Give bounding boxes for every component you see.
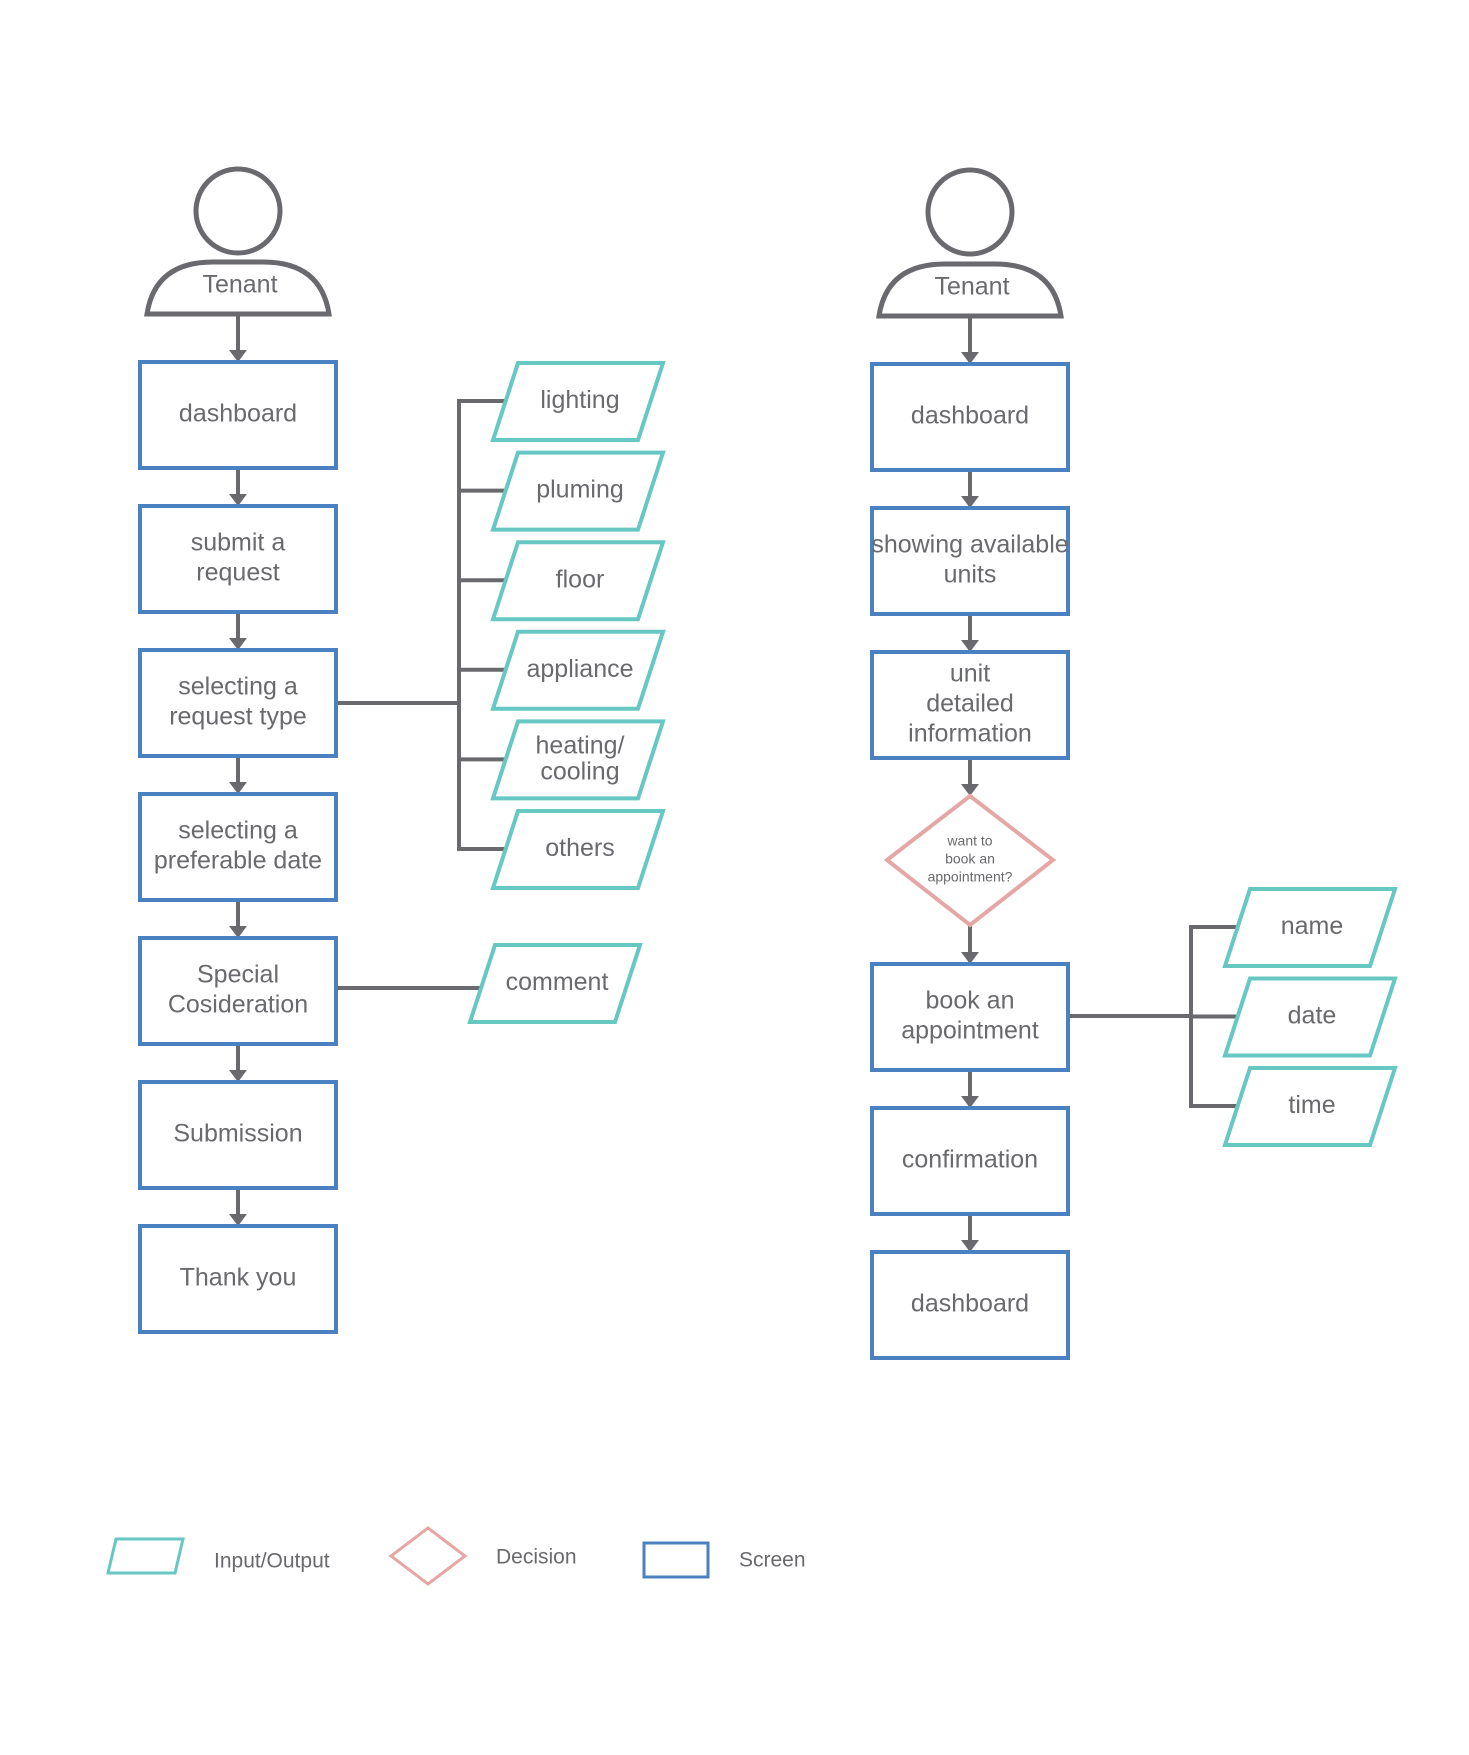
actor-tenant: Tenant <box>876 167 1064 319</box>
request-type-lighting: lighting <box>490 361 666 442</box>
request-type-floor: floor <box>490 540 666 622</box>
screen-label: preferable date <box>154 847 322 875</box>
screen-label: request type <box>169 703 307 731</box>
decision-label: want to <box>946 833 992 849</box>
input-output-label: pluming <box>536 476 624 504</box>
screen-book-appointment: book anappointment <box>870 962 1070 1072</box>
screen-label: detailed <box>926 690 1014 718</box>
legend-input-output-label: Input/Output <box>214 1550 330 1573</box>
request-type-others: others <box>490 809 666 890</box>
connectors <box>229 314 1238 1252</box>
input-output-label: heating/ <box>536 732 625 760</box>
actor-label: Tenant <box>934 273 1009 301</box>
screen-label: Special <box>197 961 279 989</box>
input-date: date <box>1222 976 1398 1058</box>
actor-head-icon <box>193 166 283 256</box>
screen-dashboard-end: dashboard <box>870 1250 1070 1360</box>
screen-select-request-type: selecting arequest type <box>138 648 338 758</box>
screen-confirmation: confirmation <box>870 1106 1070 1216</box>
screen-special-consideration: SpecialCosideration <box>138 936 338 1046</box>
screen-label: unit <box>950 660 990 688</box>
screen-select-date: selecting apreferable date <box>138 792 338 902</box>
actor-label: Tenant <box>202 271 277 299</box>
actor-tenant: Tenant <box>144 166 332 317</box>
screen-available-units: showing availableunits <box>870 506 1070 616</box>
screen-label: Thank you <box>180 1264 297 1292</box>
screen-label: submit a <box>191 529 286 557</box>
decision-book-appointment: want to book an appointment? <box>883 793 1057 928</box>
legend-decision-label: Decision <box>496 1546 577 1569</box>
screen-label: selecting a <box>178 817 298 845</box>
input-output-label: floor <box>556 565 605 593</box>
legend-decision-icon <box>388 1526 468 1586</box>
legend-screen-label: Screen <box>739 1549 806 1572</box>
input-output-label: cooling <box>540 758 619 786</box>
screen-label: appointment <box>901 1017 1039 1045</box>
screen-dashboard: dashboard <box>870 362 1070 472</box>
input-comment: comment <box>467 943 643 1024</box>
input-output-label: time <box>1288 1091 1335 1119</box>
screen-label: selecting a <box>178 673 298 701</box>
input-output-label: lighting <box>540 386 619 414</box>
input-time: time <box>1222 1066 1398 1147</box>
screen-label: showing available <box>871 531 1068 559</box>
screen-dashboard: dashboard <box>138 360 338 470</box>
input-name: name <box>1222 887 1398 968</box>
input-output-label: name <box>1281 912 1344 940</box>
screen-label: units <box>944 561 997 589</box>
decision-label: appointment? <box>928 869 1013 885</box>
screen-submit-request: submit arequest <box>138 504 338 614</box>
screen-label: request <box>196 559 279 587</box>
screen-label: information <box>908 720 1032 748</box>
screen-submission: Submission <box>138 1080 338 1190</box>
screen-label: dashboard <box>911 1290 1029 1318</box>
screen-label: book an <box>926 987 1015 1015</box>
request-type-heatingcooling: heating/cooling <box>490 719 666 801</box>
input-output-label: date <box>1288 1002 1337 1030</box>
screen-label: dashboard <box>179 400 297 428</box>
legend-input-output-icon <box>106 1537 185 1575</box>
screen-label: confirmation <box>902 1146 1038 1174</box>
request-type-pluming: pluming <box>490 450 666 532</box>
request-type-appliance: appliance <box>490 629 666 711</box>
screen-label: dashboard <box>911 402 1029 430</box>
input-output-label: appliance <box>526 655 633 683</box>
decision-label: book an <box>945 851 995 867</box>
actor-head-icon <box>925 167 1015 257</box>
screen-unit-details: unitdetailedinformation <box>870 650 1070 760</box>
screen-label: Submission <box>173 1120 302 1148</box>
input-output-label: others <box>545 834 614 862</box>
screen-thank-you: Thank you <box>138 1224 338 1334</box>
legend: Input/Output Decision Screen <box>106 1526 806 1586</box>
input-output-label: comment <box>506 968 609 996</box>
flowchart-canvas: Tenant dashboard submit arequest selecting … <box>106 166 1398 1586</box>
shapes: Tenant dashboard submit arequest selecting … <box>138 166 1398 1360</box>
legend-screen-icon <box>642 1541 710 1579</box>
screen-label: Cosideration <box>168 991 308 1019</box>
